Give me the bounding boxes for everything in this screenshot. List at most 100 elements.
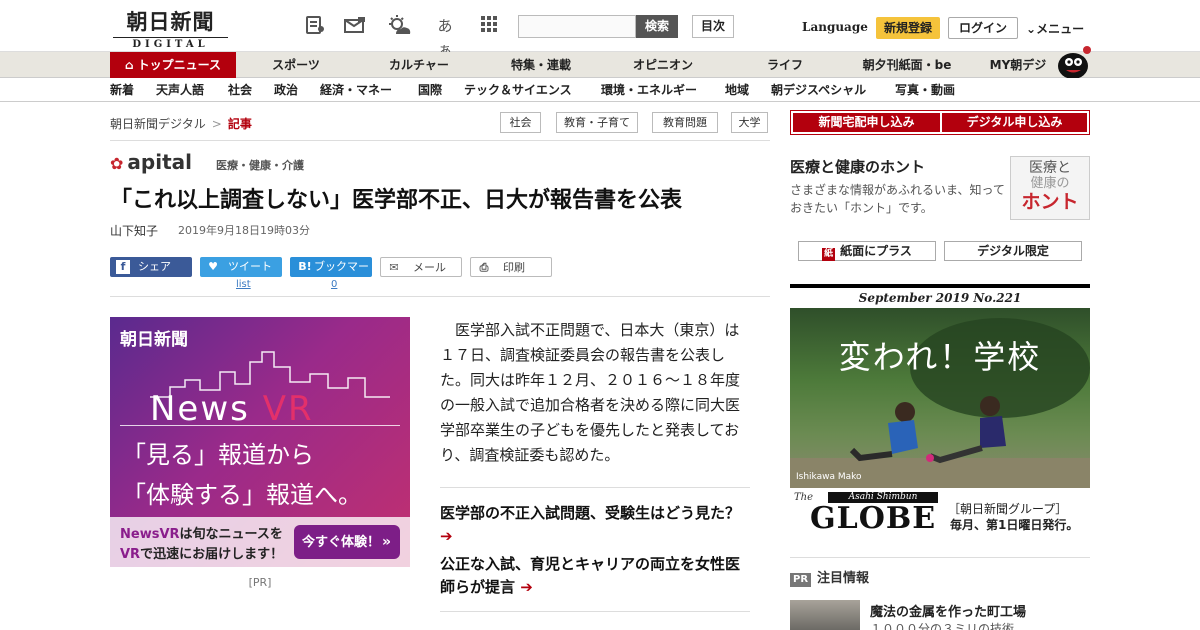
globe-month: September 2019 No.221 <box>858 291 1022 305</box>
nav-politics[interactable]: 政治 <box>274 78 298 102</box>
apps-grid-icon[interactable] <box>476 14 502 38</box>
article-author: 山下知子 <box>110 224 159 238</box>
weather-icon[interactable] <box>386 14 412 38</box>
breadcrumb-root[interactable]: 朝日新聞デジタル <box>110 117 206 131</box>
printer-icon: ⎙ <box>479 261 489 274</box>
honto-description: さまざまな情報があふれるいま、知っておきたい「ホント」です。 <box>790 183 1005 215</box>
font-size-icon[interactable]: あぁ <box>432 14 458 59</box>
honto-badge[interactable]: 医療と 健康の ホント <box>1010 156 1090 220</box>
globe-logo: GLOBE <box>810 501 937 534</box>
nav-my-asadeji[interactable]: MY朝デジ <box>978 52 1058 78</box>
search-button[interactable]: 検索 <box>636 15 678 38</box>
twitter-share-button[interactable]: ♥ ツイート <box>200 257 282 277</box>
nav-latest[interactable]: 新着 <box>110 78 134 102</box>
nav-features[interactable]: 特集・連載 <box>496 52 586 78</box>
photo-credit: Ishikawa Mako <box>796 472 862 482</box>
ad-bottom2-b: で迅速にお届けします！ <box>140 547 284 562</box>
ad-bottom-line1: NewsVRは旬なニュースを <box>120 523 283 542</box>
related-link-2[interactable]: 公正な入試、育児とキャリアの両立を女性医師らが提言 ➔ <box>440 553 750 599</box>
nav-opinion[interactable]: オピニオン <box>618 52 708 78</box>
print-button[interactable]: ⎙ 印刷 <box>470 257 552 277</box>
divider <box>790 557 1090 558</box>
divider <box>110 296 770 297</box>
toc-button[interactable]: 目次 <box>692 15 734 38</box>
honto-title[interactable]: 医療と健康のホント <box>790 156 925 177</box>
breadcrumb-separator: > <box>211 117 222 131</box>
secondary-nav: 新着 天声人語 社会 政治 経済・マネー 国際 テック＆サイエンス 環境・エネル… <box>0 78 1200 102</box>
language-link[interactable]: Language <box>802 20 868 34</box>
honto-badge-1: 医療と <box>1029 160 1071 176</box>
twitter-count[interactable]: list <box>236 279 251 290</box>
primary-nav: ⌂ トップニュース スポーツ カルチャー 特集・連載 オピニオン ライフ 朝夕刊紙… <box>0 52 1200 78</box>
search-input[interactable] <box>518 15 636 38</box>
nav-international[interactable]: 国際 <box>418 78 442 102</box>
ad-title-news: News <box>150 389 250 429</box>
tag-university[interactable]: 大学 <box>731 112 768 133</box>
newspaper-icon: 紙 <box>822 248 836 261</box>
globe-photo: 変われ！学校 Ishikawa Mako <box>790 308 1090 488</box>
mail-share-button[interactable]: ✉ メール <box>380 257 462 277</box>
facebook-share-button[interactable]: f シェア <box>110 257 192 277</box>
double-chevron-right-icon: » <box>382 534 392 550</box>
hatena-bookmark-button[interactable]: B! ブックマーク <box>290 257 372 293</box>
mail-icon[interactable] <box>342 14 368 38</box>
attention-title[interactable]: 魔法の金属を作った町工場 <box>870 601 1026 620</box>
ad-cta-button[interactable]: 今すぐ体験！» <box>294 525 400 559</box>
login-button[interactable]: ログイン <box>948 17 1018 39</box>
paper-viewer-icon[interactable] <box>302 14 328 38</box>
apital-logo[interactable]: ✿ apital <box>110 150 192 174</box>
nav-environment[interactable]: 環境・エネルギー <box>601 78 697 102</box>
nav-economy[interactable]: 経済・マネー <box>320 78 392 102</box>
globe-headline: 変われ！学校 <box>838 338 1042 376</box>
ad-bottom2-a: VR <box>120 547 141 562</box>
nav-top-news[interactable]: ⌂ トップニュース <box>110 52 236 78</box>
paper-plus-button[interactable]: 紙紙面にプラス <box>798 241 936 261</box>
nav-region[interactable]: 地域 <box>725 78 749 102</box>
asahi-logo[interactable]: 朝日新聞 DIGITAL <box>113 6 228 50</box>
breadcrumb: 朝日新聞デジタル > 記事 <box>110 115 252 132</box>
hatena-count[interactable]: 0 <box>331 279 337 290</box>
globe-group: ［朝日新聞グループ］ <box>948 502 1068 516</box>
mascot-icon[interactable] <box>1054 44 1092 80</box>
logo-digital: DIGITAL <box>113 37 228 50</box>
divider <box>440 487 750 488</box>
pr-label: [PR] <box>248 576 272 589</box>
nav-tech-science[interactable]: テック＆サイエンス <box>464 78 572 102</box>
tag-society[interactable]: 社会 <box>500 112 541 133</box>
digital-only-button[interactable]: デジタル限定 <box>944 241 1082 261</box>
home-delivery-button[interactable]: 新聞宅配申し込み <box>793 113 940 132</box>
tag-education-issues[interactable]: 教育問題 <box>652 112 718 133</box>
newsvr-ad-banner[interactable]: 朝日新聞 News VR 「見る」報道から 「体験する」報道へ。 NewsVRは… <box>110 317 410 567</box>
apital-brand: apital <box>127 150 192 174</box>
arrow-right-icon: ➔ <box>520 578 533 596</box>
home-icon: ⌂ <box>125 58 134 72</box>
nav-photo-video[interactable]: 写真・動画 <box>895 78 955 102</box>
nav-special[interactable]: 朝デジスペシャル <box>771 78 866 102</box>
menu-button[interactable]: ⌄メニュー <box>1026 20 1084 37</box>
signup-button[interactable]: 新規登録 <box>876 17 940 39</box>
attention-thumbnail[interactable] <box>790 600 860 630</box>
tweet-label: ツイート <box>228 260 272 273</box>
paper-plus-label: 紙面にプラス <box>840 244 912 258</box>
attention-label: 注目情報 <box>817 571 870 586</box>
related-link-2-text: 公正な入試、育児とキャリアの両立を女性医師らが提言 <box>440 555 741 596</box>
nav-paper[interactable]: 朝夕刊紙面・be <box>852 52 962 78</box>
nav-society[interactable]: 社会 <box>228 78 252 102</box>
facebook-icon: f <box>116 260 130 274</box>
nav-tenseijingo[interactable]: 天声人語 <box>156 78 204 102</box>
ad-divider <box>120 425 400 426</box>
globe-banner[interactable]: September 2019 No.221 変われ！学校 Ishikawa Ma… <box>790 284 1090 534</box>
logo-kanji: 朝日新聞 <box>126 9 215 34</box>
arrow-right-icon: ➔ <box>440 527 453 545</box>
ad-title-vr: VR <box>262 389 314 429</box>
nav-life[interactable]: ライフ <box>748 52 822 78</box>
mail-label: メール <box>413 261 446 274</box>
nav-sports[interactable]: スポーツ <box>256 52 336 78</box>
ad-line2: 「体験する」報道へ。 <box>122 481 362 509</box>
tag-education-childcare[interactable]: 教育・子育て <box>556 112 638 133</box>
ad-cta-label: 今すぐ体験！ <box>302 535 381 550</box>
nav-culture[interactable]: カルチャー <box>374 52 464 78</box>
digital-subscribe-button[interactable]: デジタル申し込み <box>942 113 1087 132</box>
pr-badge: PR <box>790 573 812 587</box>
related-link-1[interactable]: 医学部の不正入試問題、受験生はどう見た？ ➔ <box>440 502 750 548</box>
